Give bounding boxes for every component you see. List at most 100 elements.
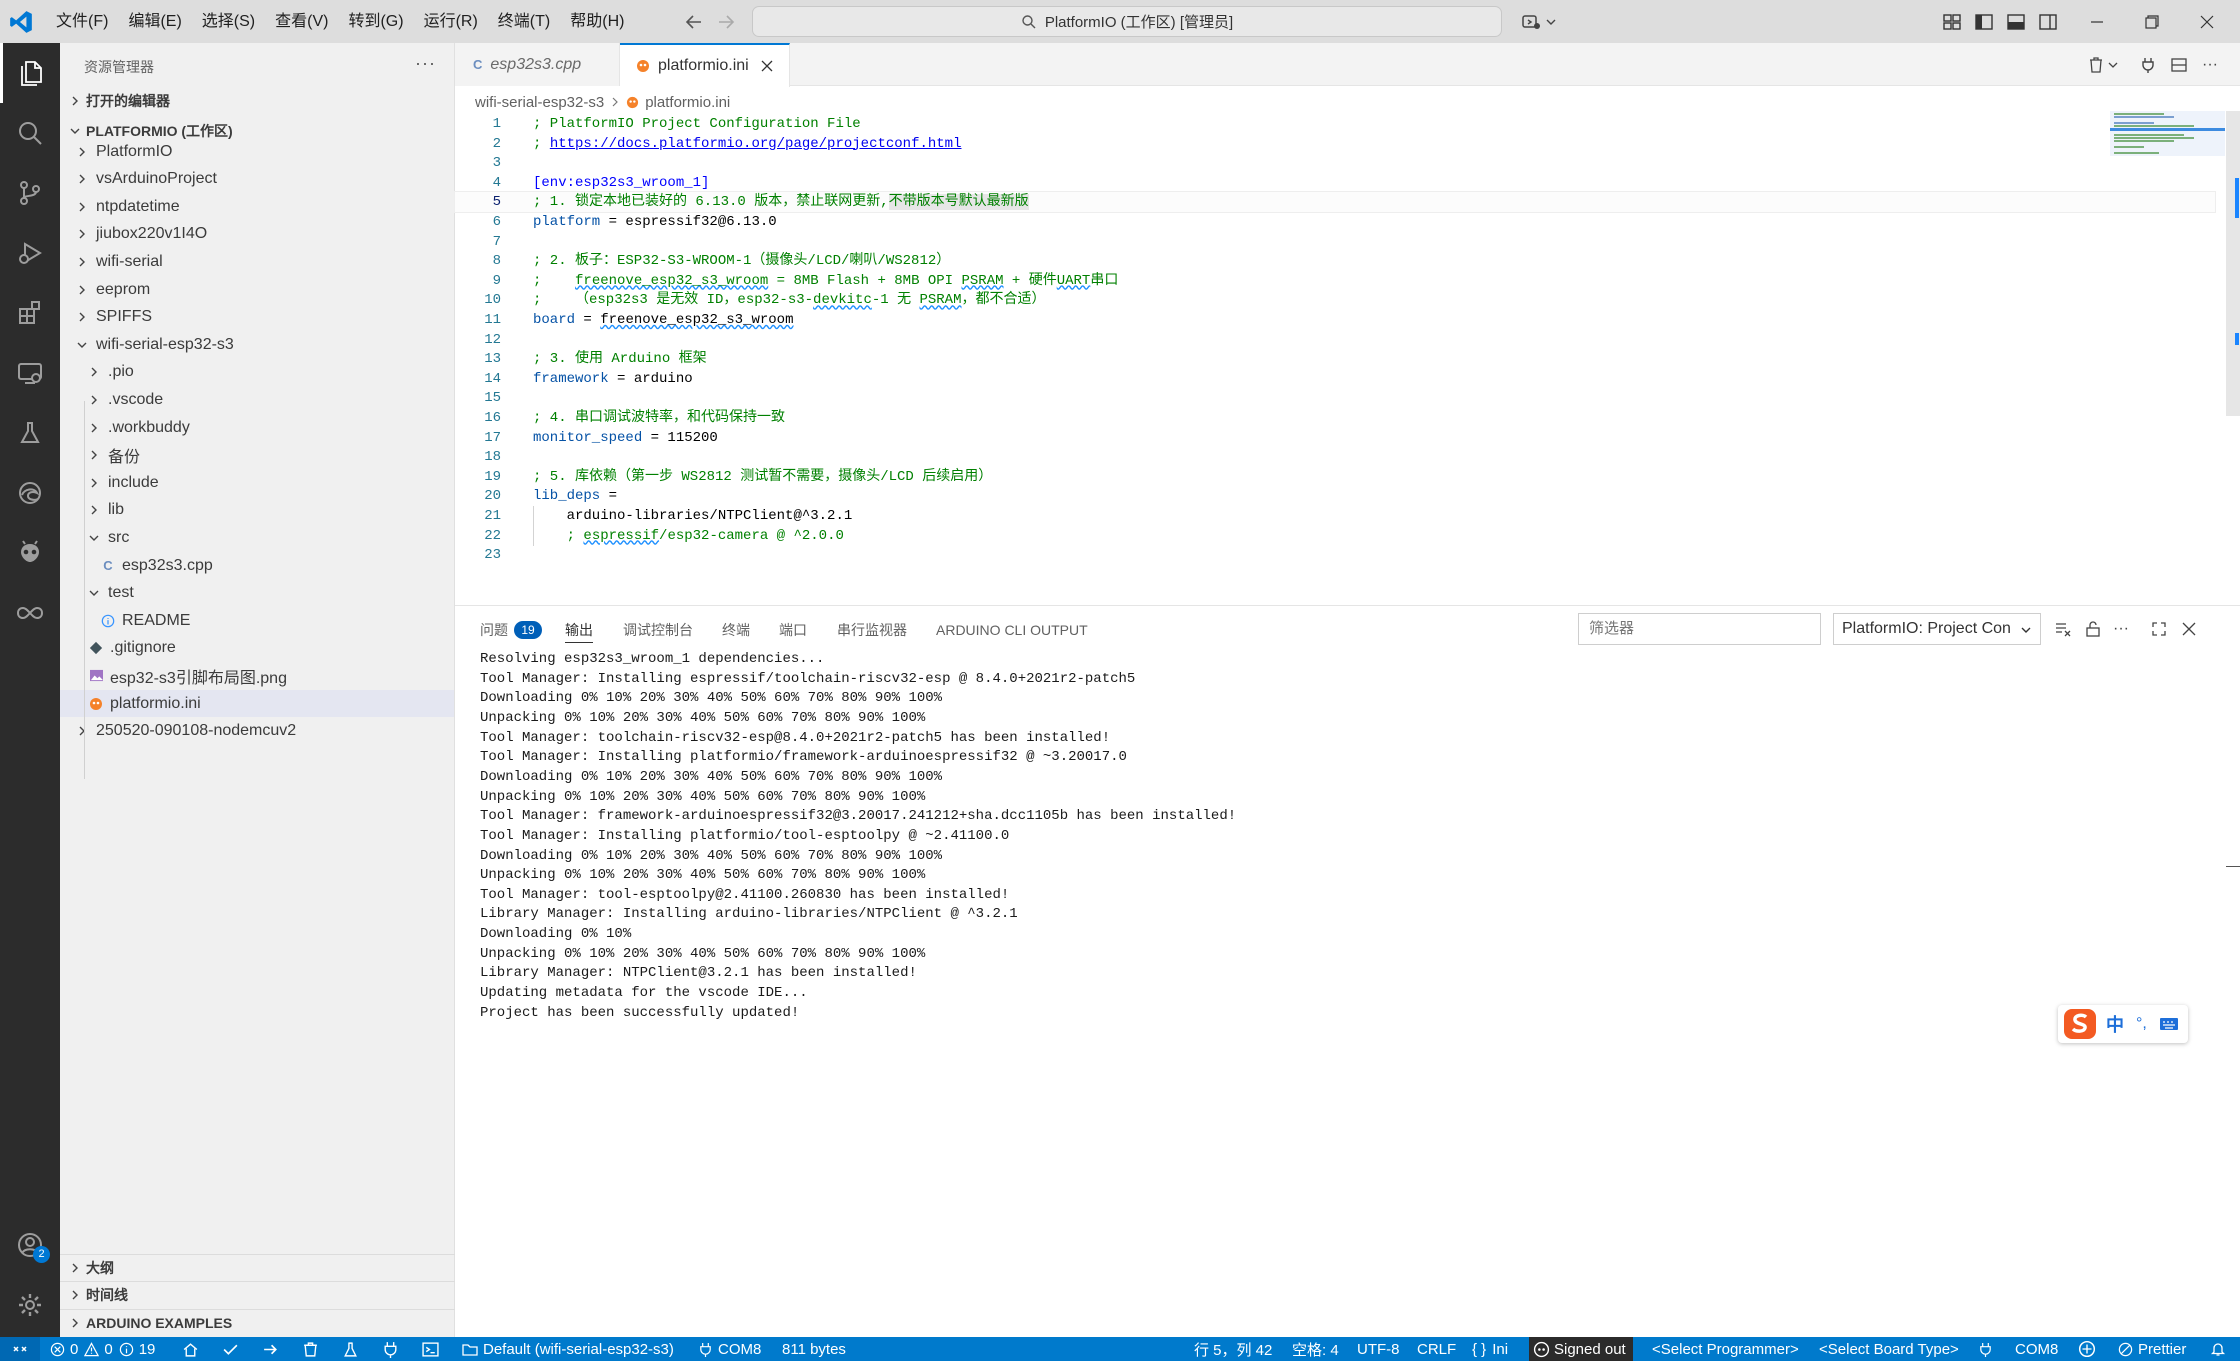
end-of-line[interactable]: CRLF	[1417, 1337, 1456, 1361]
tree-item[interactable]: 备份	[60, 442, 454, 469]
platformio-alien-icon[interactable]	[0, 523, 60, 583]
tree-item[interactable]: README	[60, 607, 454, 634]
tab-serial-monitor[interactable]: 串行监视器	[837, 618, 907, 642]
tree-item[interactable]: vsArduinoProject	[60, 166, 454, 193]
output-filter-input[interactable]: 筛选器	[1578, 613, 1821, 645]
code-line[interactable]: 1 ; PlatformIO Project Configuration File	[455, 114, 2215, 134]
extensions-icon[interactable]	[0, 283, 60, 343]
code-line[interactable]: 22 ; espressif/esp32-camera @ ^2.0.0	[455, 525, 2215, 546]
pio-clean-trash-icon[interactable]	[302, 1337, 324, 1361]
arduino-port[interactable]: COM8	[2015, 1337, 2058, 1361]
code-line[interactable]: 19 ; 5. 库依赖（第一步 WS2812 测试暂不需要，摄像头/LCD 后续启…	[455, 467, 2215, 487]
language-mode[interactable]: { } Ini	[1472, 1337, 1508, 1361]
close-window-button[interactable]	[2176, 0, 2238, 43]
code-line[interactable]: 9 ; freenove_esp32_s3_wroom = 8MB Flash +…	[455, 271, 2215, 291]
tab-esp32s3-cpp[interactable]: C esp32s3.cpp	[455, 43, 620, 86]
more-actions-icon[interactable]: ···	[2199, 54, 2221, 76]
tab-output[interactable]: 输出	[565, 618, 593, 643]
code-line[interactable]: 8 ; 2. 板子：ESP32-S3-WROOM-1（摄像头/LCD/喇叭/WS2…	[455, 251, 2215, 271]
tab-arduino-cli-output[interactable]: ARDUINO CLI OUTPUT	[936, 618, 1088, 642]
code-line[interactable]: 3	[455, 153, 2215, 173]
tree-item[interactable]: .pio	[60, 359, 454, 386]
menu-help[interactable]: 帮助(H)	[560, 0, 634, 43]
code-line[interactable]: 5 ; 1. 锁定本地已装好的 6.13.0 版本，禁止联网更新,不带版本号默认最…	[454, 191, 2216, 214]
encoding[interactable]: UTF-8	[1357, 1337, 1400, 1361]
tree-item[interactable]: platformio.ini	[60, 690, 454, 717]
tree-item[interactable]: lib	[60, 497, 454, 524]
pio-build-check-icon[interactable]	[222, 1337, 244, 1361]
tree-item[interactable]: PlatformIO	[60, 138, 454, 165]
toggle-panel-icon[interactable]	[2005, 11, 2027, 33]
breadcrumb-file[interactable]: platformio.ini	[645, 94, 730, 111]
tree-item[interactable]: test	[60, 580, 454, 607]
chevron-down-icon[interactable]	[1545, 11, 1557, 33]
tree-item[interactable]: wifi-serial	[60, 248, 454, 275]
pio-terminal-icon[interactable]	[422, 1337, 444, 1361]
tree-item[interactable]: SPIFFS	[60, 304, 454, 331]
minimize-button[interactable]	[2066, 0, 2128, 43]
copilot-icon[interactable]	[1520, 11, 1542, 33]
tree-item[interactable]: ntpdatetime	[60, 193, 454, 220]
more-actions-icon[interactable]: ···	[415, 53, 436, 74]
restore-button[interactable]	[2121, 0, 2183, 43]
code-line[interactable]: 13 ; 3. 使用 Arduino 框架	[455, 349, 2215, 369]
edge-devtools-icon[interactable]	[0, 463, 60, 523]
tree-item[interactable]: wifi-serial-esp32-s3	[60, 331, 454, 358]
close-panel-icon[interactable]	[2179, 619, 2199, 639]
pio-home-icon[interactable]	[182, 1337, 204, 1361]
explorer-icon[interactable]	[0, 43, 60, 103]
select-programmer[interactable]: <Select Programmer>	[1652, 1337, 1799, 1361]
command-center-search[interactable]: PlatformIO (工作区) [管理员]	[752, 6, 1502, 37]
menu-file[interactable]: 文件(F)	[46, 0, 118, 43]
code-line[interactable]: 15	[455, 388, 2215, 408]
code-line[interactable]: 20 lib_deps =	[455, 486, 2215, 506]
code-line[interactable]: 16 ; 4. 串口调试波特率，和代码保持一致	[455, 408, 2215, 428]
delete-icon[interactable]	[2085, 54, 2107, 76]
testing-flask-icon[interactable]	[0, 403, 60, 463]
menu-run[interactable]: 运行(R)	[414, 0, 488, 43]
code-line[interactable]: 14 framework = arduino	[455, 369, 2215, 389]
tab-terminal[interactable]: 终端	[722, 618, 750, 642]
breadcrumb-folder[interactable]: wifi-serial-esp32-s3	[475, 94, 604, 111]
pio-env-switcher[interactable]: Default (wifi-serial-esp32-s3)	[462, 1337, 674, 1361]
ime-punct[interactable]: °,	[2136, 1015, 2147, 1033]
signed-out-status[interactable]: Signed out	[1529, 1337, 1633, 1361]
code-line[interactable]: 6 platform = espressif32@6.13.0	[455, 212, 2215, 232]
tree-item[interactable]: .vscode	[60, 386, 454, 413]
customize-layout-icon[interactable]	[1941, 11, 1963, 33]
more-actions-icon[interactable]: ···	[2111, 619, 2131, 639]
lock-scroll-icon[interactable]	[2083, 619, 2103, 639]
broadcast-icon[interactable]	[2078, 1337, 2101, 1361]
arduino-examples-section[interactable]: ARDUINO EXAMPLES	[60, 1309, 455, 1336]
tree-item[interactable]: Cesp32s3.cpp	[60, 552, 454, 579]
code-line[interactable]: 21 arduino-libraries/NTPClient@^3.2.1	[455, 506, 2215, 526]
menu-selection[interactable]: 选择(S)	[192, 0, 265, 43]
open-editors-section[interactable]: 打开的编辑器	[60, 88, 455, 114]
ime-toolbar[interactable]: 中 °,	[2058, 1005, 2188, 1043]
arduino-infinity-icon[interactable]	[0, 583, 60, 643]
toggle-secondary-sidebar-icon[interactable]	[2037, 11, 2059, 33]
outline-section[interactable]: 大纲	[60, 1254, 455, 1281]
platformio-plug-icon[interactable]	[2137, 54, 2159, 76]
back-arrow-icon[interactable]	[682, 10, 706, 34]
menu-edit[interactable]: 编辑(E)	[118, 0, 191, 43]
settings-gear-icon[interactable]	[0, 1275, 60, 1335]
cursor-position[interactable]: 行 5，列 42	[1194, 1337, 1272, 1361]
indentation[interactable]: 空格: 4	[1292, 1337, 1339, 1361]
tree-item[interactable]: .workbuddy	[60, 414, 454, 441]
minimap[interactable]	[2110, 111, 2225, 171]
problems-status[interactable]: 0 0 19	[50, 1337, 155, 1361]
menu-terminal[interactable]: 终端(T)	[488, 0, 560, 43]
output-channel-select[interactable]: PlatformIO: Project Con	[1833, 613, 2041, 645]
port-status[interactable]: COM8	[698, 1337, 761, 1361]
code-line[interactable]: 11 board = freenove_esp32_s3_wroom	[455, 310, 2215, 330]
run-debug-icon[interactable]	[0, 223, 60, 283]
keyboard-icon[interactable]	[2159, 1016, 2179, 1032]
tree-item[interactable]: .gitignore	[60, 635, 454, 662]
code-line[interactable]: 2 ; https://docs.platformio.org/page/proj…	[455, 134, 2215, 154]
tab-ports[interactable]: 端口	[779, 618, 807, 642]
tree-item[interactable]: 250520-090108-nodemcuv2	[60, 718, 454, 745]
arduino-plug-icon[interactable]	[1978, 1337, 1998, 1361]
maximize-panel-icon[interactable]	[2149, 619, 2169, 639]
pio-serial-plug-icon[interactable]	[382, 1337, 404, 1361]
